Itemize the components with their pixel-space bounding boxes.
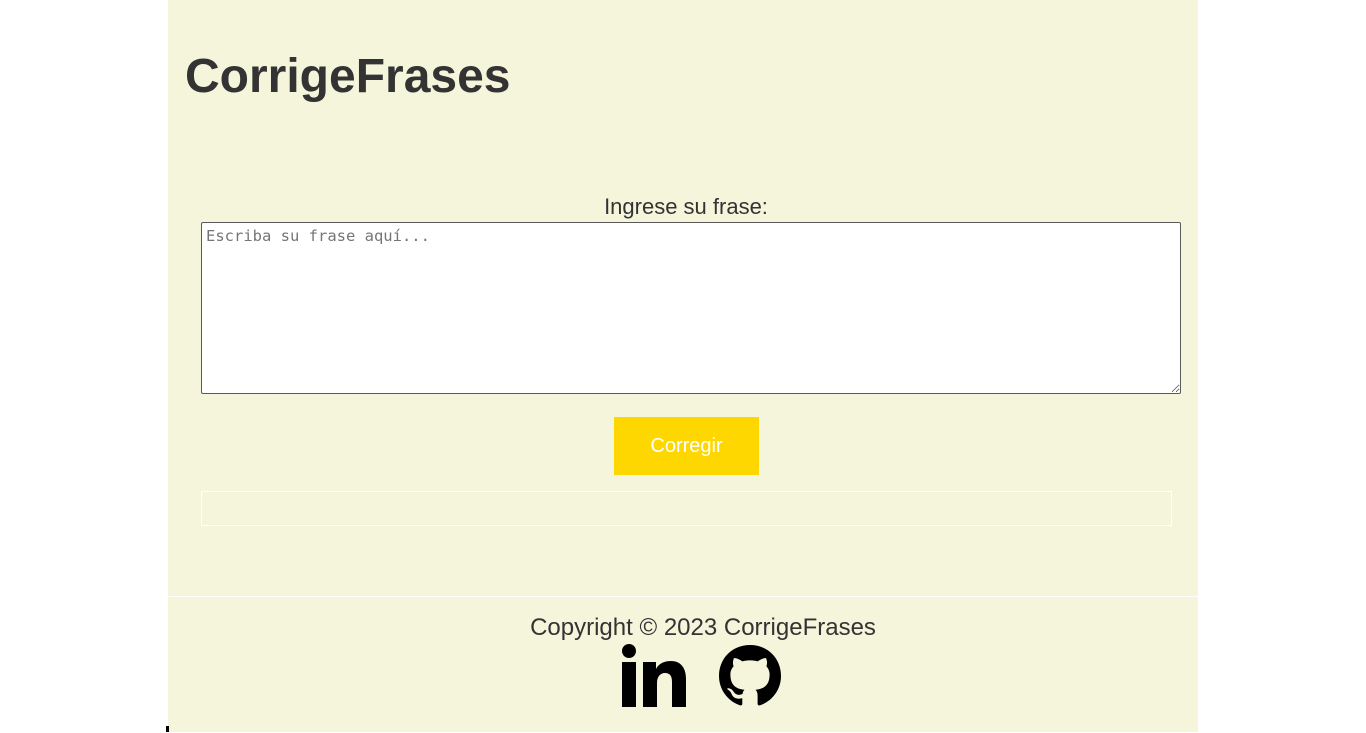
phrase-textarea[interactable]	[201, 222, 1181, 394]
footer: Copyright © 2023 CorrigeFrases	[168, 596, 1198, 733]
phrase-label: Ingrese su frase:	[604, 194, 768, 219]
copyright-text: Copyright © 2023 CorrigeFrases	[530, 614, 876, 641]
cursor-icon	[166, 726, 169, 732]
correct-button[interactable]: Corregir	[614, 417, 759, 475]
linkedin-icon[interactable]	[620, 643, 686, 714]
result-output	[201, 491, 1172, 526]
page-container: CorrigeFrases Ingrese su frase: Corregir…	[168, 0, 1198, 732]
site-title: CorrigeFrases	[185, 50, 511, 103]
social-links	[620, 643, 783, 714]
github-icon[interactable]	[717, 643, 783, 714]
